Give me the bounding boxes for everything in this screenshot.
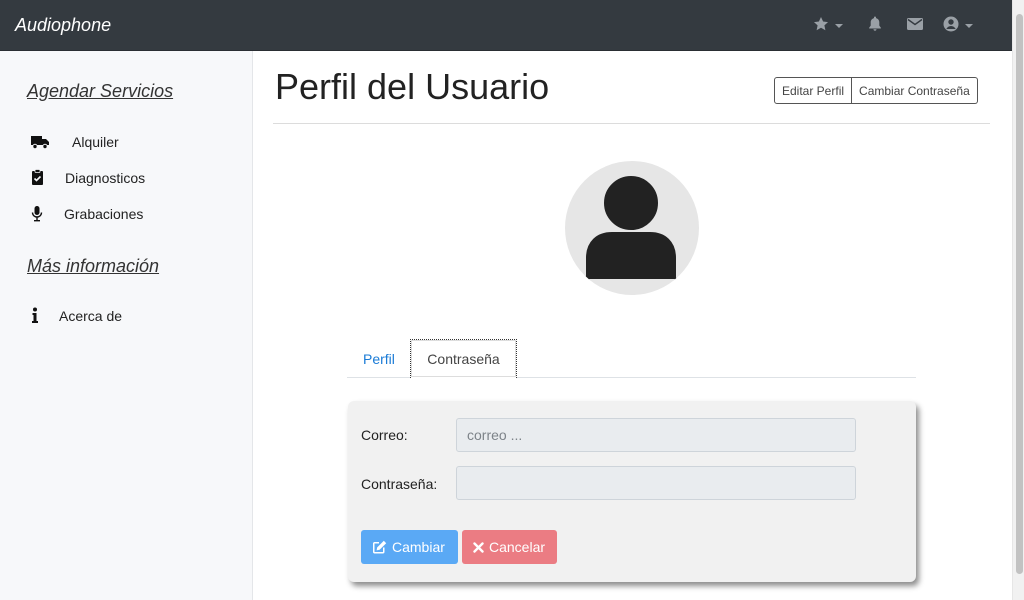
sidebar: Agendar Servicios Alquiler Diagnosticos … xyxy=(0,51,253,600)
password-field[interactable] xyxy=(456,466,856,500)
change-password-button[interactable]: Cambiar Contraseña xyxy=(852,77,978,104)
microphone-icon xyxy=(30,205,50,223)
cancel-button[interactable]: Cancelar xyxy=(462,530,557,564)
edit-icon xyxy=(372,540,387,554)
messages-button[interactable] xyxy=(907,17,923,35)
sidebar-item-diagnosticos[interactable]: Diagnosticos xyxy=(0,163,252,193)
clipboard-check-icon xyxy=(30,169,50,187)
envelope-icon xyxy=(907,17,923,35)
page-title: Perfil del Usuario xyxy=(275,66,550,107)
edit-profile-button[interactable]: Editar Perfil xyxy=(774,77,853,104)
submit-change-label: Cambiar xyxy=(392,539,445,555)
sidebar-item-label: Diagnosticos xyxy=(65,170,146,186)
notifications-button[interactable] xyxy=(868,16,882,36)
sidebar-heading-info[interactable]: Más información xyxy=(27,256,159,277)
close-icon xyxy=(473,541,484,553)
top-navbar: Audiophone xyxy=(0,0,1012,51)
bell-icon xyxy=(868,16,882,36)
password-label: Contraseña: xyxy=(361,476,438,492)
user-silhouette-icon xyxy=(584,172,678,281)
tab-perfil[interactable]: Perfil xyxy=(348,339,410,378)
sidebar-item-label: Grabaciones xyxy=(64,206,144,222)
password-form-card: Correo: Contraseña: Cambiar Cancelar xyxy=(348,401,916,582)
email-field[interactable] xyxy=(456,418,856,452)
sidebar-item-label: Acerca de xyxy=(59,308,123,324)
email-label: Correo: xyxy=(361,427,408,443)
user-menu-dropdown[interactable] xyxy=(943,16,973,37)
submit-change-button[interactable]: Cambiar xyxy=(361,530,458,564)
sidebar-heading-services[interactable]: Agendar Servicios xyxy=(27,81,173,102)
avatar xyxy=(565,161,699,295)
truck-icon xyxy=(30,133,50,151)
sidebar-item-alquiler[interactable]: Alquiler xyxy=(0,127,252,157)
info-icon xyxy=(30,307,50,325)
favorites-dropdown[interactable] xyxy=(813,16,843,37)
scrollbar-thumb[interactable] xyxy=(1016,14,1023,574)
tab-contrasena[interactable]: Contraseña xyxy=(410,339,517,378)
profile-actions: Editar Perfil Cambiar Contraseña xyxy=(774,77,978,104)
divider xyxy=(273,123,990,124)
scrollbar[interactable] xyxy=(1012,0,1024,600)
sidebar-item-label: Alquiler xyxy=(72,134,119,150)
sidebar-item-grabaciones[interactable]: Grabaciones xyxy=(0,199,252,229)
chevron-down-icon xyxy=(965,24,973,28)
user-circle-icon xyxy=(943,16,959,37)
chevron-down-icon xyxy=(835,24,843,28)
sidebar-item-acerca-de[interactable]: Acerca de xyxy=(0,301,252,331)
cancel-label: Cancelar xyxy=(489,539,546,555)
profile-tabs: Perfil Contraseña xyxy=(347,339,916,378)
brand-logo[interactable]: Audiophone xyxy=(15,15,111,36)
star-icon xyxy=(813,16,829,37)
